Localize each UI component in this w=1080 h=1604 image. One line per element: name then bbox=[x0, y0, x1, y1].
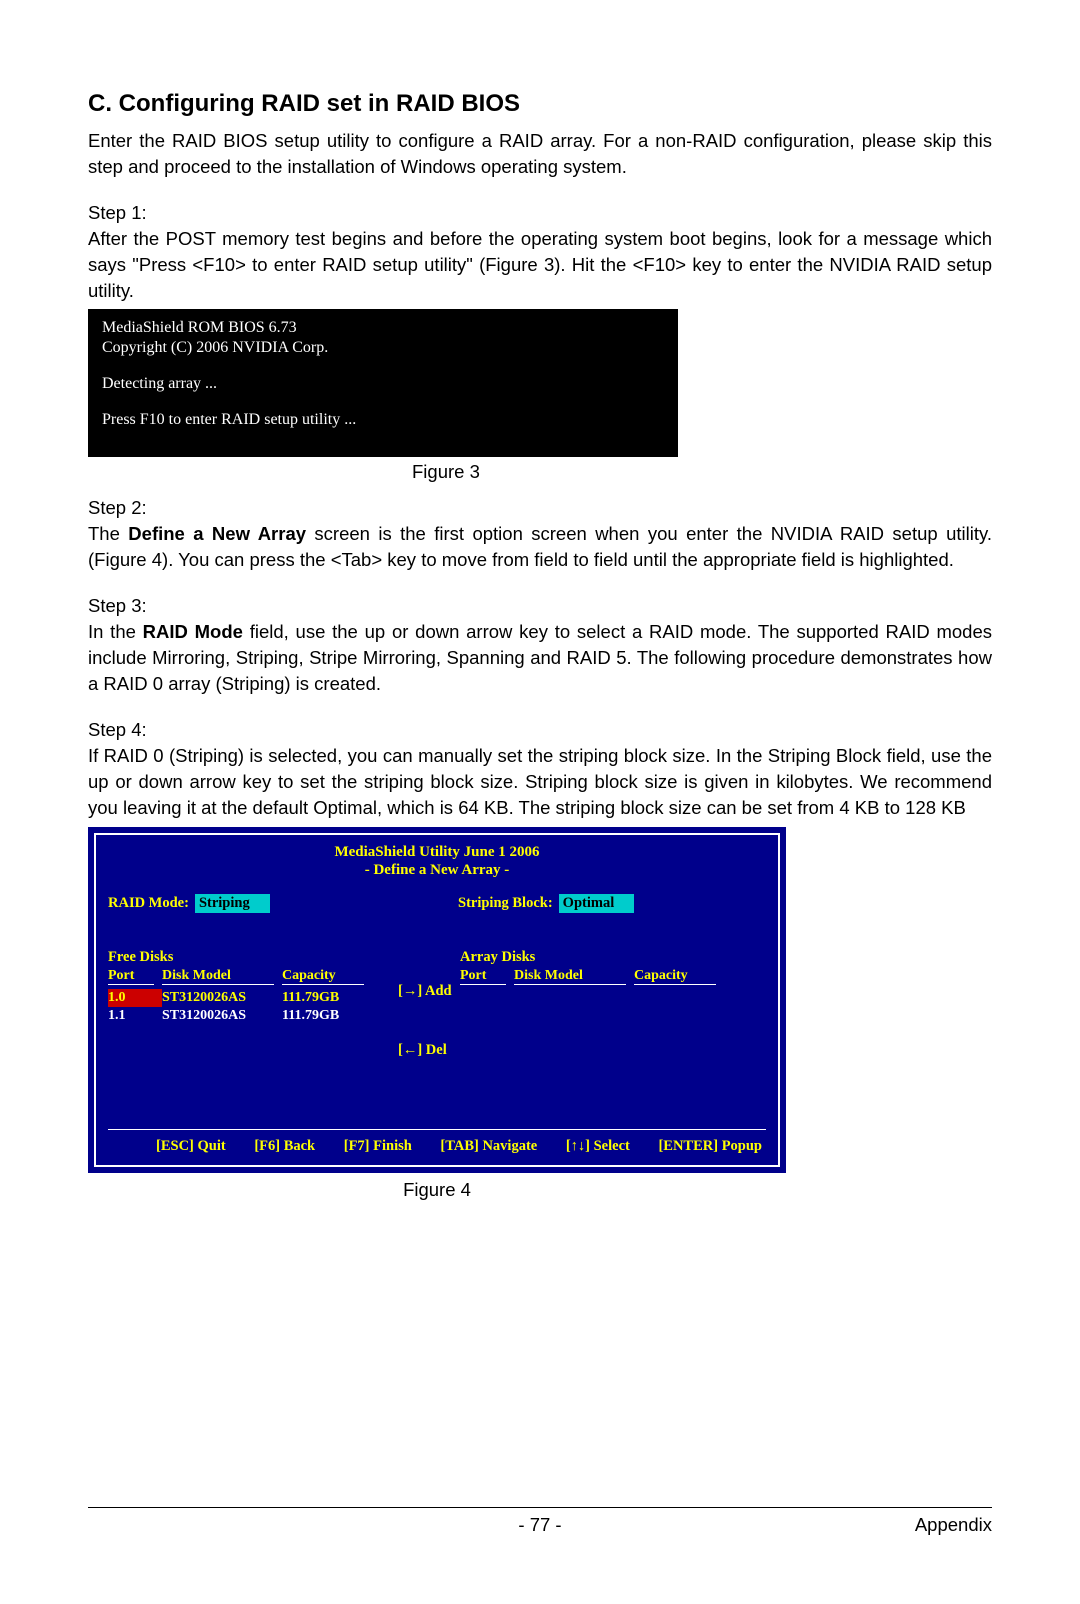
step3-text: In the RAID Mode field, use the up or do… bbox=[88, 619, 992, 697]
fig4-title-line: MediaShield Utility June 1 2006 bbox=[108, 843, 766, 862]
section-heading: C. Configuring RAID set in RAID BIOS bbox=[88, 90, 992, 118]
footer-esc[interactable]: [ESC] Quit bbox=[156, 1138, 226, 1155]
add-action[interactable]: [→] Add bbox=[398, 983, 452, 1000]
del-action[interactable]: [←] Del bbox=[398, 1042, 452, 1059]
col-cap: Capacity bbox=[282, 968, 372, 984]
intro-paragraph: Enter the RAID BIOS setup utility to con… bbox=[88, 128, 992, 180]
free-disks-panel: Free Disks Port Disk Model Capacity 1.0S… bbox=[108, 949, 378, 1119]
fig3-line: Press F10 to enter RAID setup utility ..… bbox=[102, 411, 664, 429]
step3-label: Step 3: bbox=[88, 595, 992, 617]
figure-3-screenshot: MediaShield ROM BIOS 6.73 Copyright (C) … bbox=[88, 309, 678, 457]
fig4-footer-bar: [ESC] Quit [F6] Back [F7] Finish [TAB] N… bbox=[108, 1129, 766, 1155]
footer-f6[interactable]: [F6] Back bbox=[254, 1138, 315, 1155]
fig3-line: MediaShield ROM BIOS 6.73 bbox=[102, 319, 664, 337]
footer-f7[interactable]: [F7] Finish bbox=[344, 1138, 412, 1155]
footer-enter[interactable]: [ENTER] Popup bbox=[658, 1138, 762, 1155]
raid-mode-label: RAID Mode: bbox=[108, 895, 189, 912]
col-model: Disk Model bbox=[514, 968, 634, 984]
array-disks-panel: Array Disks Port Disk Model Capacity bbox=[460, 949, 730, 1119]
free-disks-title: Free Disks bbox=[108, 949, 378, 966]
raid-mode-value[interactable]: Striping bbox=[195, 894, 270, 913]
step4-text: If RAID 0 (Striping) is selected, you ca… bbox=[88, 743, 992, 821]
page-footer: - 77 - Appendix bbox=[88, 1507, 992, 1536]
fig3-line: Detecting array ... bbox=[102, 375, 664, 393]
col-cap: Capacity bbox=[634, 968, 724, 984]
fig4-subtitle-line: - Define a New Array - bbox=[108, 861, 766, 880]
striping-block-label: Striping Block: bbox=[458, 895, 553, 912]
figure-3-caption: Figure 3 bbox=[88, 461, 992, 483]
step2-label: Step 2: bbox=[88, 497, 992, 519]
col-port: Port bbox=[108, 968, 162, 984]
footer-tab[interactable]: [TAB] Navigate bbox=[440, 1138, 537, 1155]
footer-arrows[interactable]: [↑↓] Select bbox=[566, 1138, 630, 1155]
col-model: Disk Model bbox=[162, 968, 282, 984]
step4-label: Step 4: bbox=[88, 719, 992, 741]
disk-row[interactable]: 1.1ST3120026AS111.79GB bbox=[108, 1007, 378, 1025]
figure-4-caption: Figure 4 bbox=[88, 1179, 786, 1201]
page-number: - 77 - bbox=[518, 1514, 561, 1536]
figure-4-screenshot: MediaShield Utility June 1 2006 - Define… bbox=[88, 827, 786, 1174]
step2-text: The Define a New Array screen is the fir… bbox=[88, 521, 992, 573]
striping-block-value[interactable]: Optimal bbox=[559, 894, 635, 913]
step1-text: After the POST memory test begins and be… bbox=[88, 226, 992, 304]
col-port: Port bbox=[460, 968, 514, 984]
fig3-line: Copyright (C) 2006 NVIDIA Corp. bbox=[102, 339, 664, 357]
step1-label: Step 1: bbox=[88, 202, 992, 224]
footer-section: Appendix bbox=[915, 1514, 992, 1536]
array-disks-title: Array Disks bbox=[460, 949, 730, 966]
disk-row[interactable]: 1.0ST3120026AS111.79GB bbox=[108, 989, 378, 1007]
